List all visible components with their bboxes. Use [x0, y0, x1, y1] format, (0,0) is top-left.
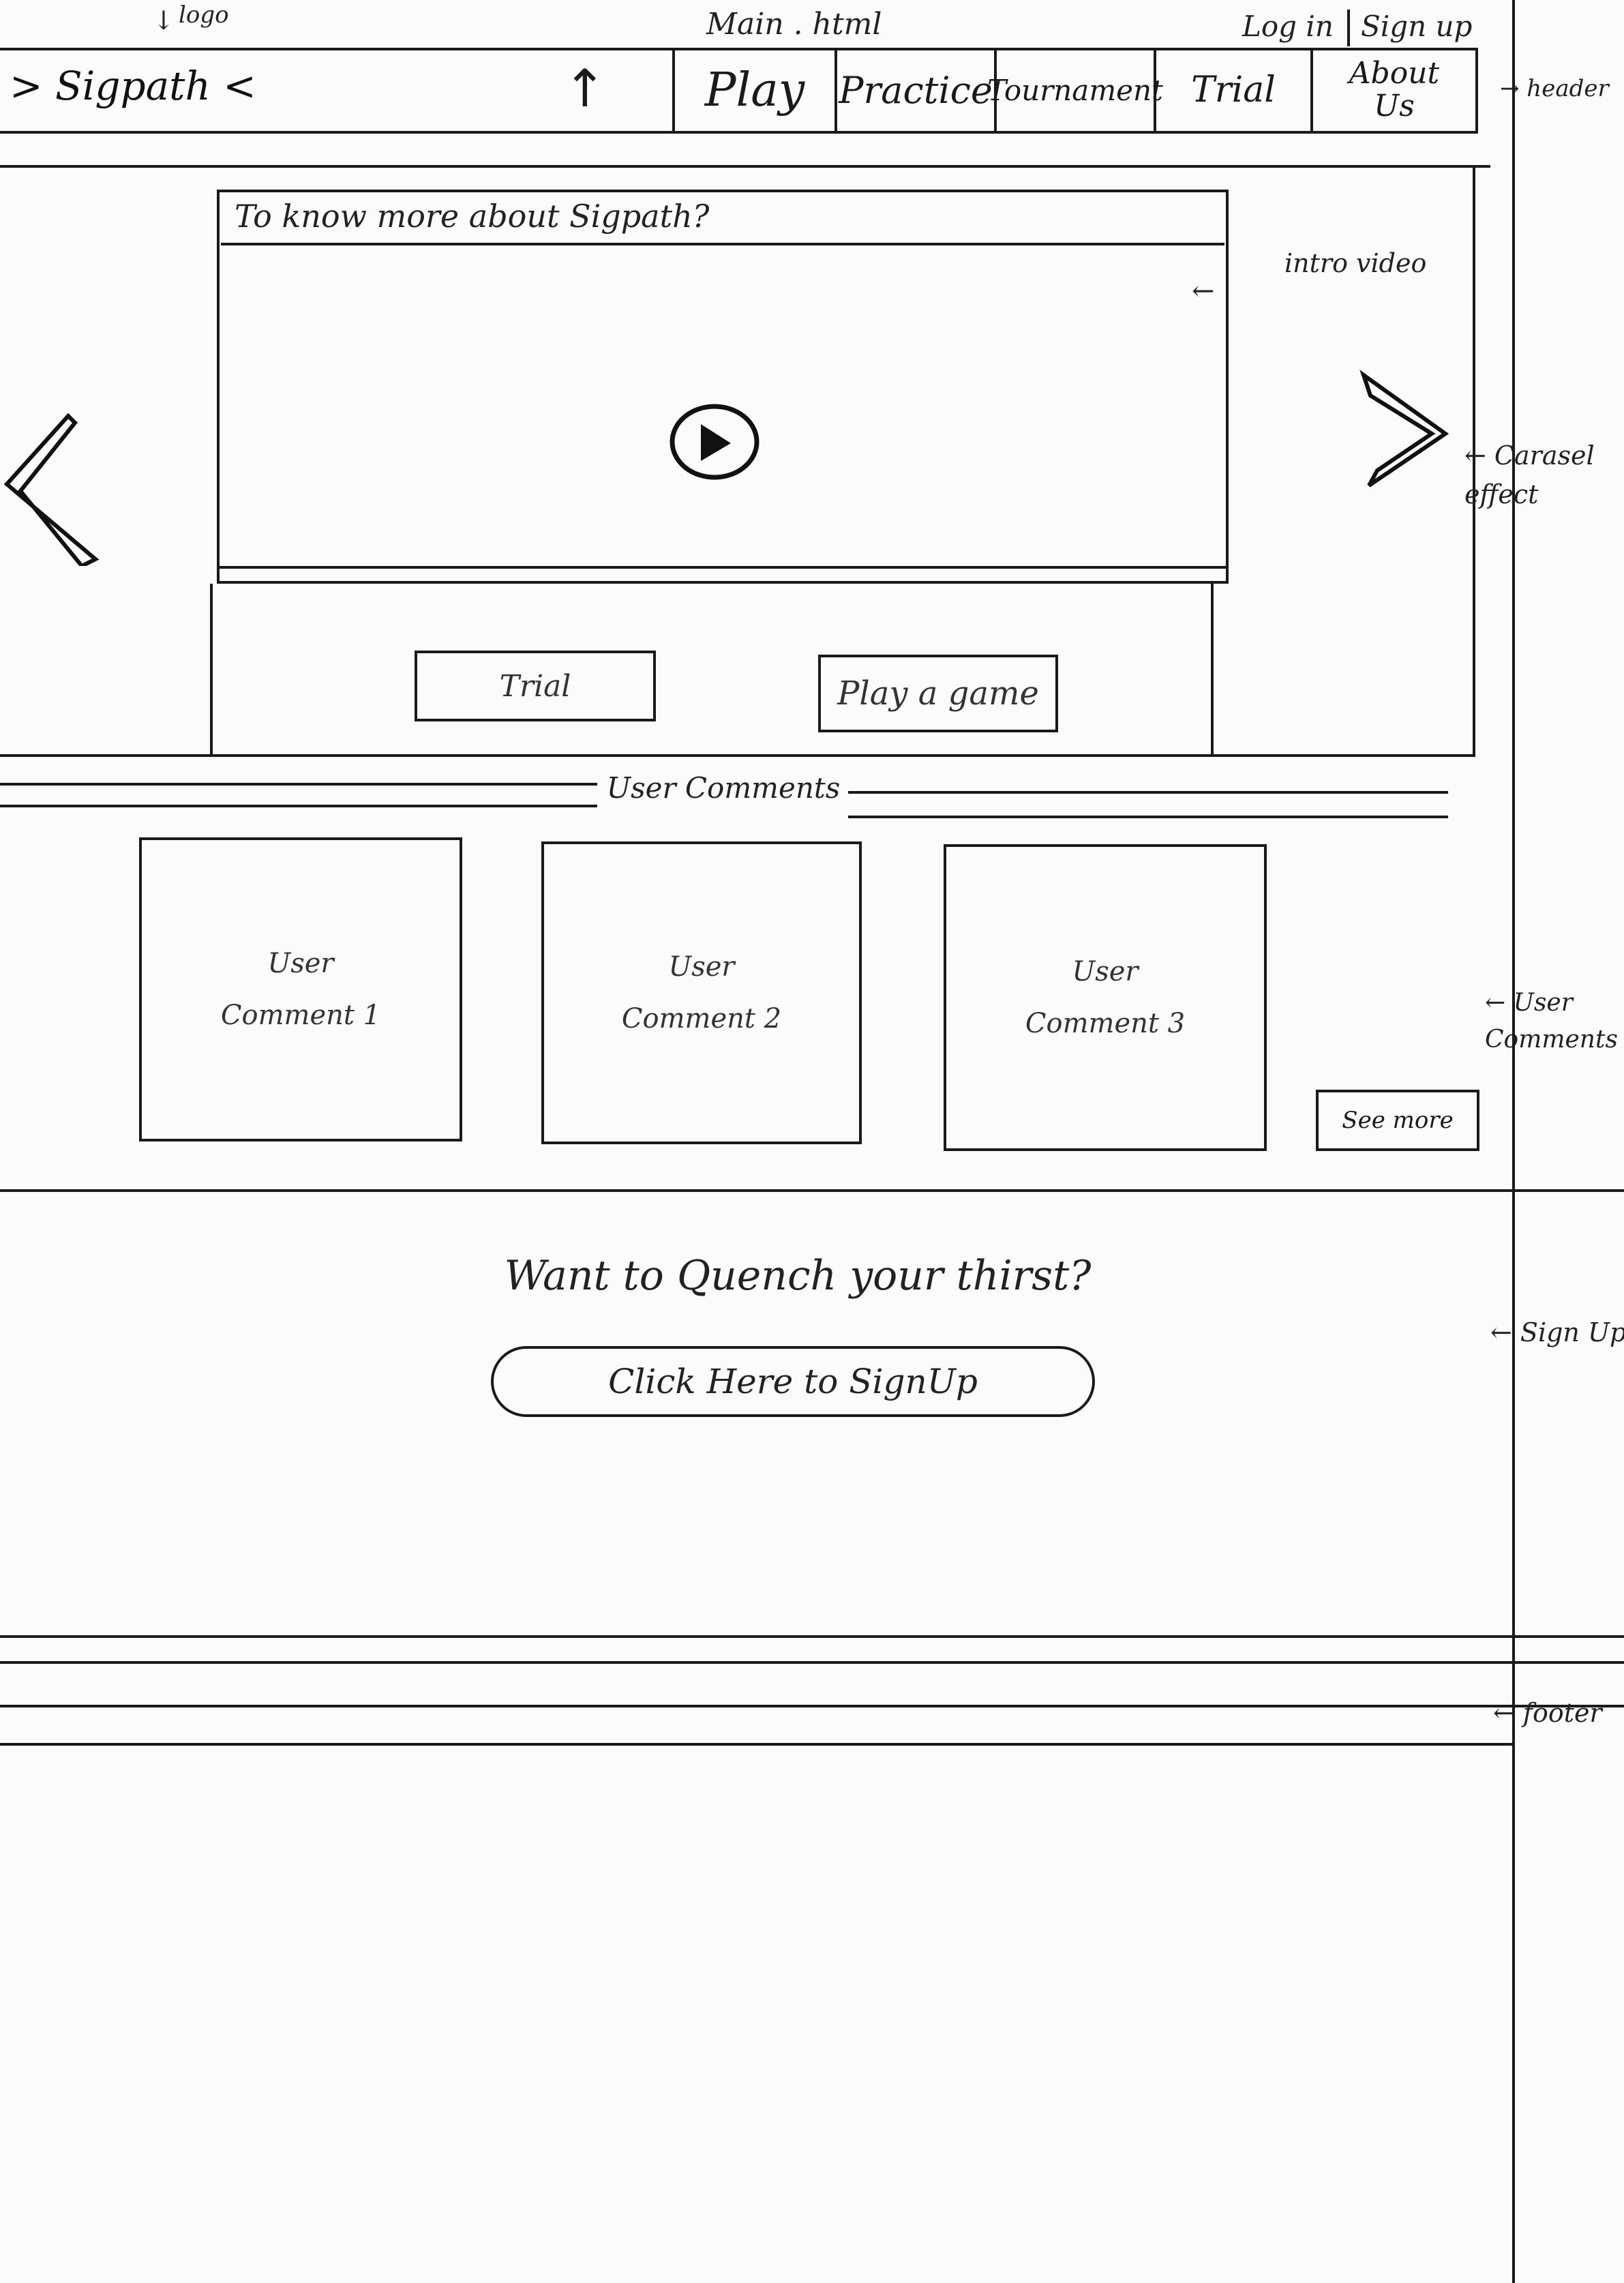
footer-top-border	[0, 1635, 1624, 1638]
arrow-left-icon: ←	[1485, 989, 1514, 1017]
comment-card-3: User Comment 3	[944, 844, 1267, 1151]
footer-bottom-border	[0, 1705, 1624, 1707]
play-a-game-button[interactable]: Play a game	[818, 655, 1058, 732]
comment-card-2: User Comment 2	[541, 841, 862, 1144]
annotation-intro-video: intro video	[1284, 248, 1427, 278]
scroll-top-arrow-icon[interactable]: ↑	[563, 63, 607, 115]
comment-card-1: User Comment 1	[139, 837, 462, 1142]
carousel-prev-arrow-icon[interactable]	[0, 409, 102, 566]
annotation-signup: ← Sign Up	[1490, 1317, 1624, 1347]
carousel-bottom-border	[0, 754, 1475, 757]
signup-top-border	[0, 1189, 1624, 1192]
video-controls-divider	[217, 566, 1229, 569]
trial-button[interactable]: Trial	[415, 651, 656, 721]
header-right-border	[1475, 48, 1478, 134]
intro-video-frame[interactable]	[217, 190, 1229, 584]
arrow-left-icon: ←	[1493, 1698, 1523, 1728]
logo-note: logo	[179, 1, 229, 29]
annotation-carousel-effect: ← Carasel effect	[1464, 441, 1595, 509]
video-title: To know more about Sigpath?	[235, 198, 710, 235]
page-right-margin	[1512, 0, 1515, 2283]
logo[interactable]: > Sigpath <	[10, 63, 256, 109]
nav-practice[interactable]: Practice	[837, 48, 994, 132]
down-arrow-icon: ↓	[153, 5, 175, 35]
footer-top-border-2	[0, 1661, 1624, 1664]
nav-about-us[interactable]: About Us	[1313, 48, 1475, 132]
see-more-button[interactable]: See more	[1316, 1090, 1479, 1151]
annotation-footer: ← footer	[1493, 1698, 1602, 1728]
arrow-left-icon: ←	[1490, 1317, 1520, 1347]
footer-bottom-border-2	[0, 1743, 1514, 1746]
comment-user: User	[1072, 956, 1139, 987]
carousel-top-border	[0, 165, 1490, 168]
nav-play[interactable]: Play	[675, 48, 834, 132]
annotation-header: → header	[1500, 75, 1609, 102]
carousel-inner-right	[1211, 584, 1214, 754]
comments-title-left-rule	[0, 783, 597, 786]
comments-title: User Comments	[606, 771, 841, 805]
comments-title-right-rule-2	[848, 816, 1448, 818]
carousel-next-arrow-icon[interactable]	[1357, 368, 1452, 491]
carousel-inner-left	[210, 584, 213, 754]
signup-button[interactable]: Click Here to SignUp	[491, 1346, 1095, 1417]
nav-trial[interactable]: Trial	[1156, 48, 1310, 132]
annotation-user-comments: ← User Comments	[1485, 989, 1618, 1054]
comment-user: User	[668, 951, 735, 983]
comments-title-right-rule	[848, 791, 1448, 794]
arrow-left-icon: ←	[1464, 441, 1494, 471]
file-name: Main . html	[706, 7, 882, 42]
comment-text: Comment 2	[621, 1003, 782, 1034]
login-link[interactable]: Log in	[1242, 10, 1334, 43]
comment-text: Comment 3	[1025, 1008, 1186, 1039]
comments-title-left-rule-2	[0, 805, 597, 807]
login-divider	[1347, 10, 1350, 46]
nav-tournament[interactable]: Tournament	[987, 48, 1163, 132]
comment-user: User	[267, 948, 334, 979]
signup-link[interactable]: Sign up	[1361, 10, 1472, 43]
video-title-divider	[221, 243, 1224, 245]
play-icon[interactable]	[668, 401, 761, 483]
comment-text: Comment 1	[220, 1000, 381, 1031]
annotation-arrow-icon: ←	[1192, 275, 1215, 307]
signup-heading: Want to Quench your thirst?	[504, 1252, 1092, 1300]
